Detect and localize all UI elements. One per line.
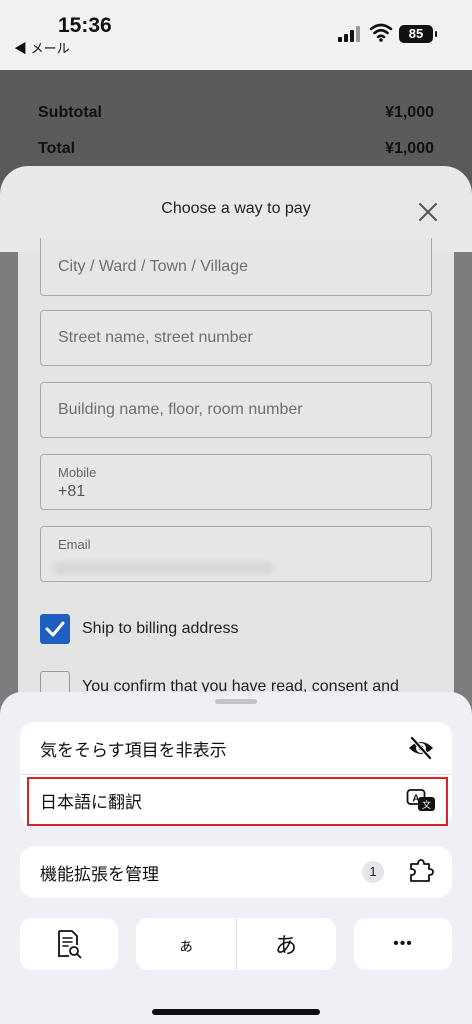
total-row: Total ¥1,000 xyxy=(38,140,434,158)
email-value-redacted xyxy=(53,561,273,575)
text-size-divider xyxy=(236,918,237,970)
checkmark-icon xyxy=(45,621,65,637)
street-placeholder: Street name, street number xyxy=(58,329,253,346)
mobile-value: +81 xyxy=(58,483,86,500)
mobile-field[interactable]: Mobile +81 xyxy=(40,454,432,510)
subtotal-value: ¥1,000 xyxy=(385,104,434,121)
manage-extensions-label: 機能拡張を管理 xyxy=(40,864,159,884)
extensions-count-badge: 1 xyxy=(362,861,384,883)
email-label: Email xyxy=(58,537,91,552)
sheet-grabber[interactable] xyxy=(215,699,257,704)
payment-sheet-title: Choose a way to pay xyxy=(161,200,311,217)
more-button[interactable]: ••• xyxy=(354,918,452,970)
menu-group-extensions: 機能拡張を管理 1 xyxy=(20,846,452,898)
subtotal-label: Subtotal xyxy=(38,104,102,121)
street-field[interactable]: Street name, street number xyxy=(40,310,432,366)
address-form: City / Ward / Town / Village Street name… xyxy=(18,238,454,712)
total-label: Total xyxy=(38,140,76,157)
puzzle-piece-icon xyxy=(410,859,434,882)
mobile-label: Mobile xyxy=(58,465,97,480)
hide-distracting-items-label: 気をそらす項目を非表示 xyxy=(40,740,227,760)
total-value: ¥1,000 xyxy=(385,140,434,157)
translate-highlight-box xyxy=(27,777,448,826)
home-indicator[interactable] xyxy=(152,1009,320,1015)
city-field[interactable]: City / Ward / Town / Village xyxy=(40,238,432,296)
city-placeholder: City / Ward / Town / Village xyxy=(58,258,248,275)
status-time: 15:36 xyxy=(58,14,112,37)
building-field[interactable]: Building name, floor, room number xyxy=(40,382,432,438)
hide-distracting-items-button[interactable]: 気をそらす項目を非表示 xyxy=(20,722,452,774)
text-larger-button[interactable]: あ xyxy=(236,928,336,960)
subtotal-row: Subtotal ¥1,000 xyxy=(38,104,434,122)
reader-view-button[interactable] xyxy=(20,918,118,970)
document-search-icon xyxy=(58,930,82,959)
battery-icon: 85 xyxy=(399,25,437,43)
cellular-signal-icon xyxy=(338,26,362,42)
back-to-mail-link[interactable]: ◀ メール xyxy=(14,38,70,57)
ship-to-billing-checkbox[interactable] xyxy=(40,614,70,644)
close-icon[interactable] xyxy=(412,196,444,228)
manage-extensions-button[interactable]: 機能拡張を管理 1 xyxy=(20,846,452,898)
eye-slash-icon xyxy=(409,736,433,760)
ship-to-billing-label: Ship to billing address xyxy=(82,620,239,637)
email-field[interactable]: Email xyxy=(40,526,432,582)
wifi-icon xyxy=(369,23,393,42)
text-smaller-button[interactable]: ぁ xyxy=(136,932,236,956)
status-bar: 15:36 ◀ メール 85 xyxy=(0,0,472,70)
building-placeholder: Building name, floor, room number xyxy=(58,401,303,418)
